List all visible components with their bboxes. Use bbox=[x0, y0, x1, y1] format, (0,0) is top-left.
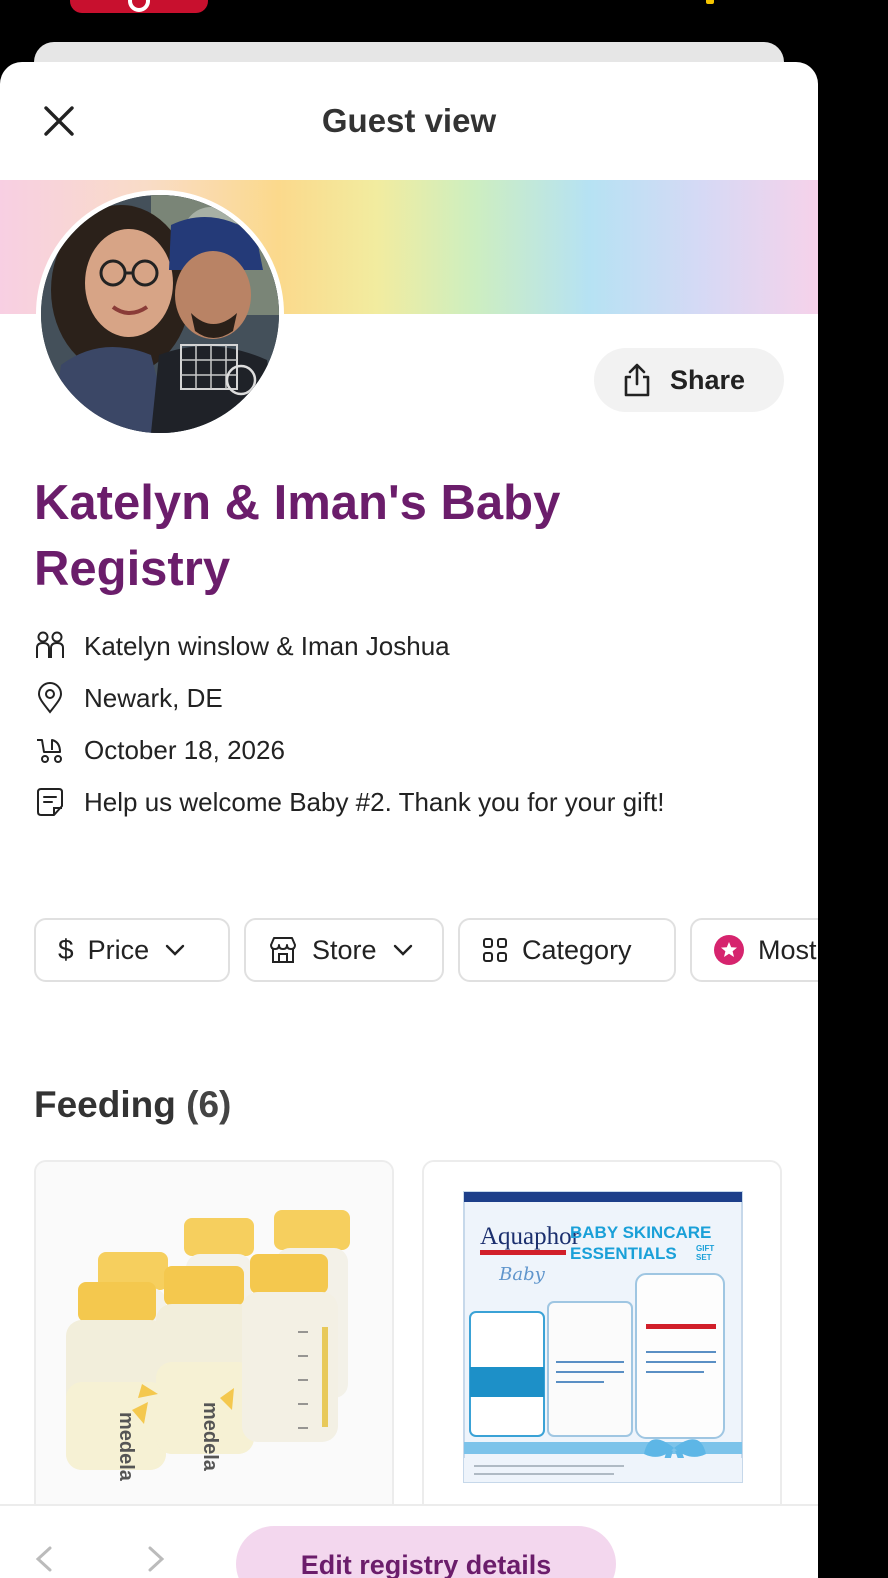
location-pin-icon bbox=[34, 682, 66, 714]
store-icon bbox=[268, 935, 298, 965]
chevron-down-icon bbox=[393, 944, 413, 956]
filter-bar: $ Price Store Category Most bbox=[34, 918, 818, 984]
chevron-left-icon bbox=[35, 1546, 52, 1572]
share-button[interactable]: Share bbox=[594, 348, 784, 412]
breast-milk-bottles-image: medela medela bbox=[36, 1162, 392, 1518]
dollar-icon: $ bbox=[58, 934, 74, 965]
product-card[interactable]: medela medela bbox=[34, 1160, 394, 1520]
people-icon bbox=[34, 630, 66, 662]
avatar bbox=[36, 190, 284, 438]
filter-store[interactable]: Store bbox=[244, 918, 444, 982]
filter-category-label: Category bbox=[522, 934, 632, 965]
couple-photo bbox=[41, 195, 279, 433]
guest-view-sheet: Guest view Share Katelyn & Iman's Baby R… bbox=[0, 62, 818, 1578]
section-count: (6) bbox=[186, 1084, 232, 1125]
registry-info: Katelyn winslow & Iman Joshua Newark, DE… bbox=[34, 620, 804, 828]
back-button[interactable] bbox=[30, 1544, 60, 1574]
grid-icon bbox=[482, 937, 508, 963]
aquaphor-logo-text: Aquaphor bbox=[480, 1223, 581, 1250]
info-date-row: October 18, 2026 bbox=[34, 724, 804, 776]
filter-most-label: Most bbox=[758, 934, 817, 965]
bottle-brand-text: medela bbox=[199, 1402, 221, 1472]
filter-most[interactable]: Most bbox=[690, 918, 818, 982]
section-name: Feeding bbox=[34, 1084, 176, 1125]
section-title: Feeding (6) bbox=[34, 1084, 231, 1126]
stroller-icon bbox=[34, 734, 66, 766]
filter-price-label: Price bbox=[87, 934, 150, 965]
share-label: Share bbox=[670, 364, 746, 395]
info-date: October 18, 2026 bbox=[84, 734, 285, 765]
edit-registry-details-button[interactable]: Edit registry details bbox=[236, 1526, 616, 1578]
sheet-header: Guest view bbox=[0, 62, 818, 180]
baby-script-text: Baby bbox=[498, 1264, 545, 1285]
product-card[interactable]: Aquaphor Baby BABY SKINCARE ESSENTIALS G… bbox=[422, 1160, 782, 1520]
forward-button[interactable] bbox=[140, 1544, 170, 1574]
filter-category[interactable]: Category bbox=[458, 918, 676, 982]
gift-set-tag: GIFT SET bbox=[696, 1244, 715, 1262]
share-icon bbox=[624, 363, 650, 397]
filter-store-label: Store bbox=[312, 934, 377, 965]
sheet-title: Guest view bbox=[321, 102, 497, 139]
info-names: Katelyn winslow & Iman Joshua bbox=[84, 630, 450, 661]
info-names-row: Katelyn winslow & Iman Joshua bbox=[34, 620, 804, 672]
filter-price[interactable]: $ Price bbox=[34, 918, 230, 982]
note-icon bbox=[34, 786, 66, 818]
bottom-action-bar: Edit registry details bbox=[0, 1504, 818, 1578]
info-location: Newark, DE bbox=[84, 682, 223, 713]
aquaphor-gift-set-image: Aquaphor Baby BABY SKINCARE ESSENTIALS G… bbox=[424, 1162, 780, 1518]
info-message: Help us welcome Baby #2. Thank you for y… bbox=[84, 786, 665, 817]
status-indicator bbox=[706, 0, 714, 4]
star-badge-icon bbox=[714, 935, 744, 965]
chevron-right-icon bbox=[148, 1546, 165, 1572]
registry-title: Katelyn & Iman's Baby Registry bbox=[34, 476, 561, 596]
chevron-down-icon bbox=[165, 944, 185, 956]
bottle-brand-text: medela bbox=[115, 1412, 137, 1482]
info-message-row: Help us welcome Baby #2. Thank you for y… bbox=[34, 776, 804, 828]
info-location-row: Newark, DE bbox=[34, 672, 804, 724]
